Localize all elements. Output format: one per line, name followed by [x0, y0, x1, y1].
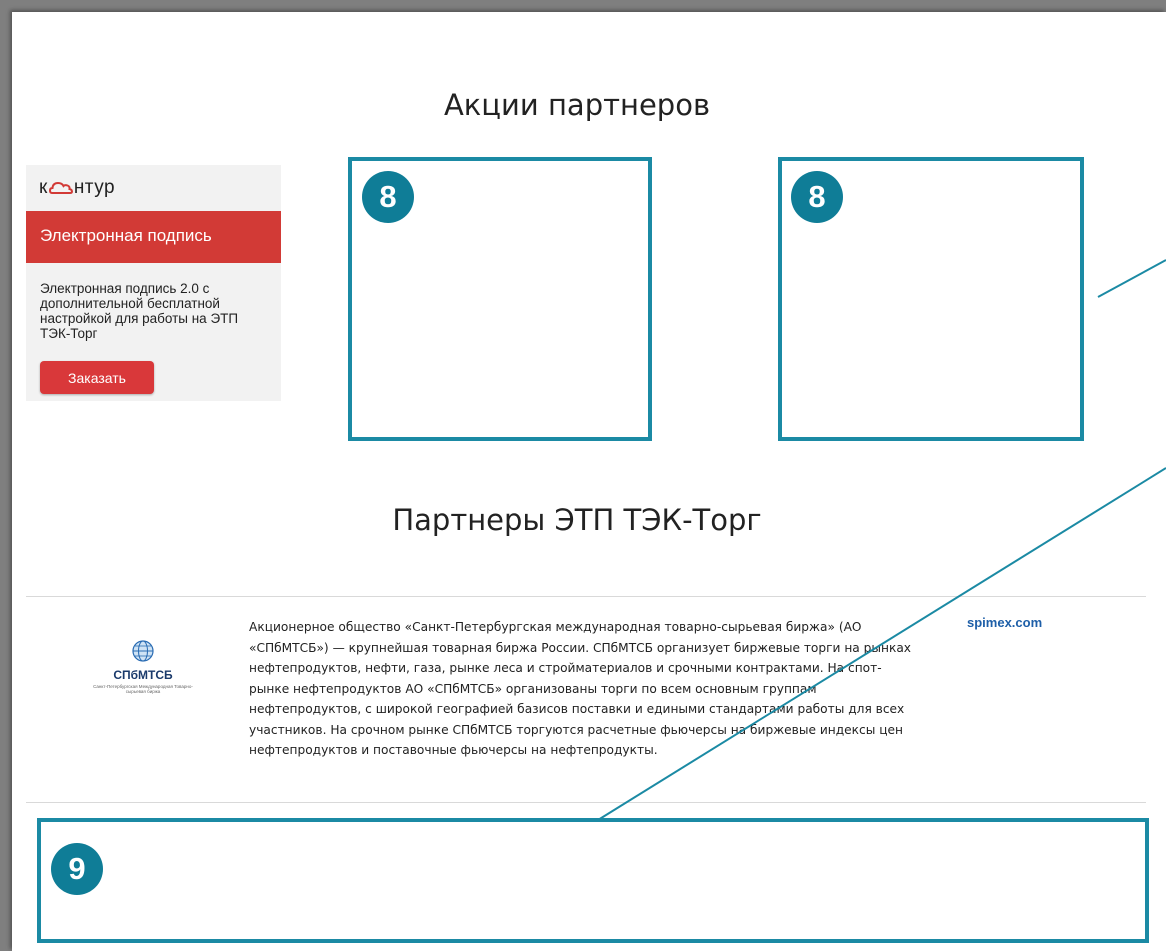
annotation-badge-9: 9: [51, 843, 103, 895]
page-frame: Акции партнеров к нтур Электронная подпи…: [12, 12, 1166, 951]
callout-connector-lines: [597, 259, 1166, 821]
partner-placeholder-bottom: 9: [37, 818, 1149, 943]
